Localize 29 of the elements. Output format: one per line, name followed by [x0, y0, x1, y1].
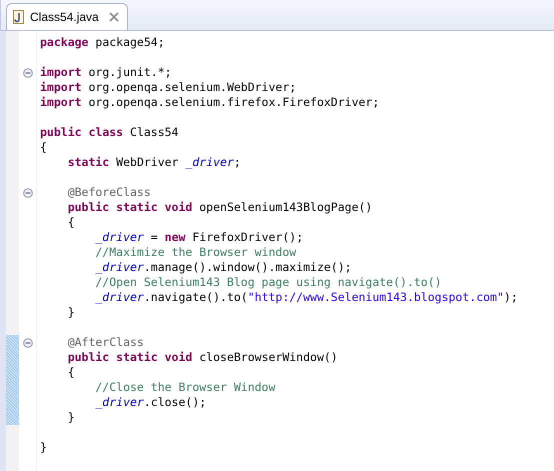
code-line: }: [66, 410, 76, 425]
editor-tab[interactable]: Class54.java: [6, 3, 128, 30]
code-line: @AfterClass: [66, 335, 145, 350]
code-line: _driver.navigate().to("http://www.Selenium143.blogspot.com");: [94, 290, 519, 305]
java-file-icon: [13, 10, 24, 24]
code-line: //Close the Browser Window: [94, 380, 276, 395]
code-line: _driver.close();: [94, 395, 208, 410]
code-line: //Maximize the Browser window: [94, 245, 298, 260]
code-line: @BeforeClass: [66, 185, 152, 200]
code-line: {: [66, 215, 76, 230]
code-line: package package54;: [40, 35, 166, 50]
code-line: _driver = new FirefoxDriver();: [94, 230, 304, 245]
code-line: static WebDriver _driver;: [66, 155, 242, 170]
code-line: }: [66, 305, 76, 320]
code-line: import org.openqa.selenium.WebDriver;: [40, 80, 298, 95]
collapse-icon[interactable]: [22, 188, 32, 198]
code-line: public static void openSelenium143BlogPage(): [66, 200, 374, 215]
code-line: import org.junit.*;: [40, 65, 173, 80]
close-icon[interactable]: [108, 12, 119, 22]
code-line: import org.openqa.selenium.firefox.FirefoxDriver;: [40, 95, 380, 110]
code-line: {: [40, 140, 48, 155]
code-line: public static void closeBrowserWindow(): [66, 350, 339, 365]
code-line: }: [40, 440, 48, 455]
code-line: {: [66, 365, 76, 380]
code-line: _driver.manage().window().maximize();: [94, 260, 353, 275]
collapse-icon[interactable]: [22, 338, 32, 348]
code-line: public class Class54: [40, 125, 180, 140]
collapse-icon[interactable]: [22, 68, 32, 78]
code-line: //Open Selenium143 Blog page using navigate().to(): [94, 275, 443, 290]
